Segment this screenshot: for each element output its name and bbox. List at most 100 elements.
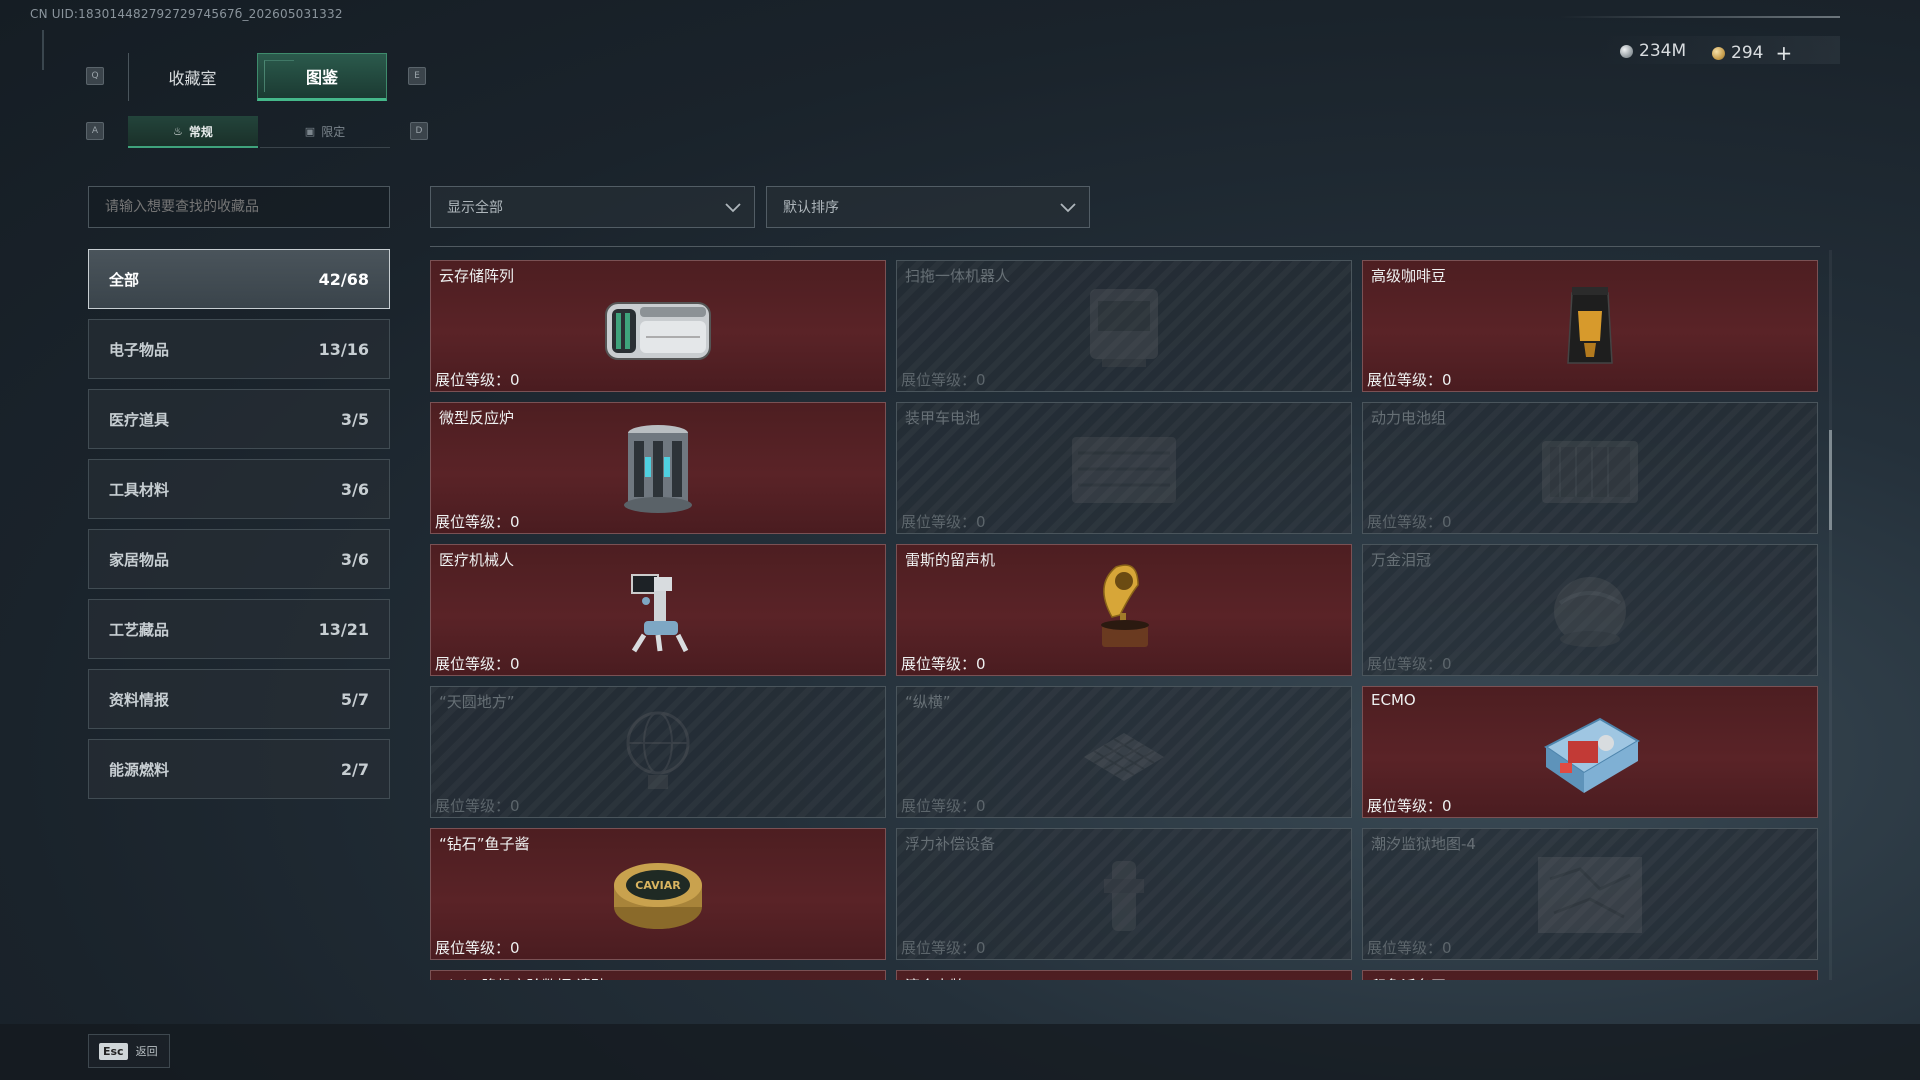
collection-card[interactable]: 万金泪冠展位等级：0 [1362, 544, 1818, 676]
booth-level: 展位等级：0 [901, 795, 986, 816]
collection-card[interactable]: 医疗机械人 展位等级：0 [430, 544, 886, 676]
key-hint-a[interactable]: A [86, 122, 104, 140]
item-name: 潮汐监狱地图-4 [1371, 835, 1476, 853]
category-label: 医疗道具 [109, 410, 170, 429]
category-count: 42/68 [318, 269, 369, 289]
robot-vacuum-icon [1090, 289, 1158, 367]
buoyancy-device-icon [1104, 861, 1144, 931]
item-name: 动力电池组 [1371, 409, 1447, 427]
booth-level-value: 0 [1442, 371, 1452, 389]
key-hint-q[interactable]: Q [86, 67, 104, 85]
item-name: 浮力补偿设备 [905, 835, 996, 853]
caviar-text: CAVIAR [635, 879, 681, 892]
category-count: 3/6 [340, 549, 369, 569]
category-energy[interactable]: 能源燃料 2/7 [88, 739, 390, 799]
subtab-normal[interactable]: ♨ 常规 [128, 116, 258, 148]
category-count: 5/7 [340, 689, 369, 709]
category-intel[interactable]: 资料情报 5/7 [88, 669, 390, 729]
scrollbar-thumb[interactable] [1829, 430, 1832, 530]
category-electronics[interactable]: 电子物品 13/16 [88, 319, 390, 379]
item-name: 滴金卡牌 [905, 975, 965, 980]
booth-level-label: 展位等级： [1367, 655, 1443, 673]
item-name: 扫拖一体机器人 [905, 267, 1011, 285]
booth-level-label: 展位等级： [435, 939, 511, 957]
collection-card[interactable]: 微型反应炉 展位等级：0 [430, 402, 886, 534]
collection-card[interactable]: “纵横” 展位等级：0 [896, 686, 1352, 818]
category-label: 全部 [109, 270, 140, 289]
category-home[interactable]: 家居物品 3/6 [88, 529, 390, 589]
collection-card[interactable]: 云存储阵列 展位等级：0 [430, 260, 886, 392]
booth-level-value: 0 [976, 655, 986, 673]
collection-card[interactable]: 潮汐监狱地图-4 展位等级：0 [1362, 828, 1818, 960]
booth-level-label: 展位等级： [435, 797, 511, 815]
tab-collection-label: 收藏室 [168, 69, 217, 88]
booth-level-value: 0 [976, 939, 986, 957]
category-medical[interactable]: 医疗道具 3/5 [88, 389, 390, 449]
booth-level-label: 展位等级： [435, 655, 511, 673]
booth-level-value: 0 [510, 797, 520, 815]
collection-grid: 云存储阵列 展位等级：0 扫拖一体机器人 展位等级：0 高级咖啡豆 展位等级：0 微型… [430, 245, 1825, 980]
category-crafts[interactable]: 工艺藏品 13/21 [88, 599, 390, 659]
booth-level-label: 展位等级： [901, 797, 977, 815]
category-label: 能源燃料 [109, 760, 170, 779]
back-label: 返回 [135, 1045, 158, 1058]
booth-level: 展位等级：0 [1367, 795, 1452, 816]
tab-catalog[interactable]: 图鉴 [257, 53, 387, 101]
collection-card[interactable]: ECMO 展位等级：0 [1362, 686, 1818, 818]
ecmo-icon [1544, 717, 1640, 793]
category-all[interactable]: 全部 42/68 [88, 249, 390, 309]
booth-level: 展位等级：0 [901, 937, 986, 958]
category-count: 3/5 [340, 409, 369, 429]
category-count: 3/6 [340, 479, 369, 499]
reactor-icon [624, 425, 692, 513]
booth-level: 展位等级：0 [901, 511, 986, 532]
booth-level-label: 展位等级： [901, 513, 977, 531]
collection-card[interactable]: 动力电池组展位等级：0 [1362, 402, 1818, 534]
map-icon [1538, 857, 1642, 933]
add-currency-button[interactable]: + [1775, 41, 1792, 65]
silver-amount: 234M [1639, 41, 1687, 61]
booth-level: 展位等级：0 [435, 369, 520, 390]
collection-card[interactable]: Alpha降机实验数据 遗聘展位等级：0 [430, 970, 886, 980]
item-name: 万金泪冠 [1371, 551, 1432, 569]
search-input[interactable] [88, 186, 390, 228]
category-label: 工艺藏品 [109, 620, 170, 639]
category-tools[interactable]: 工具材料 3/6 [88, 459, 390, 519]
key-hint-e[interactable]: E [408, 67, 426, 85]
category-label: 家居物品 [109, 550, 170, 569]
battery-pack-icon [1542, 441, 1638, 503]
gold-coin-icon [1712, 46, 1725, 60]
booth-level-label: 展位等级： [1367, 797, 1443, 815]
booth-level-value: 0 [976, 513, 986, 531]
collection-card[interactable]: 扫拖一体机器人 展位等级：0 [896, 260, 1352, 392]
booth-level-value: 0 [1442, 655, 1452, 673]
back-button[interactable]: Esc 返回 [88, 1034, 170, 1068]
collection-card[interactable]: 印象派名画展位等级：0 [1362, 970, 1818, 980]
subtab-normal-label: 常规 [188, 124, 213, 139]
key-hint-d[interactable]: D [410, 122, 428, 140]
booth-level-value: 0 [1442, 939, 1452, 957]
item-name: 印象派名画 [1371, 975, 1446, 980]
subtab-limited[interactable]: ▣ 限定 [260, 116, 390, 148]
scroll-track[interactable] [1829, 250, 1832, 980]
coffee-bag-icon [1567, 287, 1613, 364]
booth-level-label: 展位等级： [1367, 371, 1443, 389]
booth-level-label: 展位等级： [435, 371, 511, 389]
gold-currency[interactable]: 294 + [1712, 41, 1792, 65]
booth-level-label: 展位等级： [901, 655, 977, 673]
collection-card[interactable]: “天圆地方” 展位等级：0 [430, 686, 886, 818]
bottom-bar [0, 1024, 1920, 1080]
booth-level-value: 0 [976, 371, 986, 389]
collection-card[interactable]: 浮力补偿设备展位等级：0 [896, 828, 1352, 960]
collection-card[interactable]: CAVIAR “钻石”鱼子酱 展位等级：0 [430, 828, 886, 960]
image-icon: ▣ [304, 125, 316, 138]
collection-card[interactable]: 滴金卡牌展位等级：0 [896, 970, 1352, 980]
collection-card[interactable]: 装甲车电池 展位等级：0 [896, 402, 1352, 534]
collection-card[interactable]: 高级咖啡豆 展位等级：0 [1362, 260, 1818, 392]
booth-level-value: 0 [1442, 797, 1452, 815]
filter-dropdown[interactable]: 显示全部 [430, 186, 755, 228]
collection-card[interactable]: 雷斯的留声机 展位等级：0 [896, 544, 1352, 676]
sort-dropdown[interactable]: 默认排序 [766, 186, 1090, 228]
tab-collection[interactable]: 收藏室 [128, 53, 256, 101]
booth-level: 展位等级：0 [1367, 511, 1452, 532]
